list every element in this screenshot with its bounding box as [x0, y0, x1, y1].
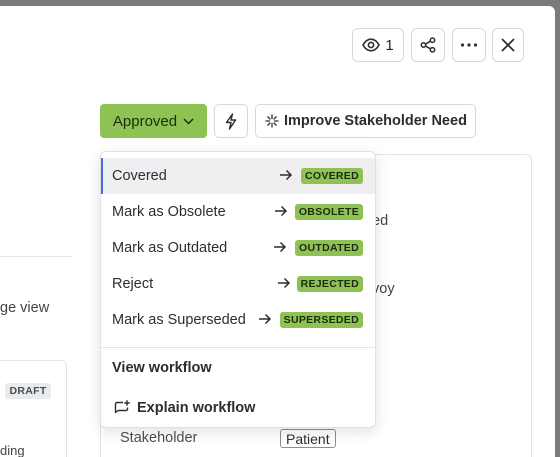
menu-divider	[101, 347, 375, 348]
eye-icon	[362, 38, 381, 52]
menu-item-label: Mark as Superseded	[112, 312, 246, 328]
improve-stakeholder-need-button[interactable]: Improve Stakeholder Need	[255, 104, 476, 138]
view-workflow-button[interactable]: View workflow	[101, 350, 375, 386]
explain-workflow-button[interactable]: Explain workflow	[101, 390, 375, 426]
change-view-link[interactable]: ge view	[0, 300, 49, 316]
more-options-button[interactable]	[452, 28, 486, 62]
status-badge: OUTDATED	[295, 240, 363, 256]
status-label: Approved	[112, 112, 178, 130]
menu-item-label: Reject	[112, 276, 154, 292]
view-workflow-label: View workflow	[112, 360, 212, 376]
menu-item-label: Mark as Outdated	[112, 240, 228, 256]
stakeholder-label: Stakeholder	[120, 430, 198, 446]
section-divider	[0, 256, 72, 257]
share-button[interactable]	[411, 28, 445, 62]
chat-sparkle-icon	[114, 399, 130, 413]
draft-badge: DRAFT	[5, 383, 51, 399]
status-badge: REJECTED	[296, 276, 363, 292]
more-icon	[460, 43, 478, 47]
watchers-count: 1	[385, 36, 394, 54]
arrow-right-icon	[280, 169, 293, 181]
menu-item-reject[interactable]: Reject REJECTED	[101, 266, 375, 302]
status-dropdown-button[interactable]: Approved	[100, 104, 207, 138]
arrow-right-icon	[278, 277, 291, 289]
chevron-down-icon	[183, 117, 194, 125]
status-transition-menu: Covered COVERED Mark as Obsolete OBSOLET…	[100, 151, 376, 428]
improve-label: Improve Stakeholder Need	[284, 113, 467, 129]
menu-item-mark-obsolete[interactable]: Mark as Obsolete OBSOLETE	[101, 194, 375, 230]
watchers-button[interactable]: 1	[352, 28, 404, 62]
arrow-right-icon	[275, 205, 288, 217]
menu-item-covered[interactable]: Covered COVERED	[101, 158, 375, 194]
close-button[interactable]	[492, 28, 524, 62]
arrow-right-icon	[259, 313, 272, 325]
status-badge: COVERED	[300, 168, 363, 184]
status-badge: SUPERSEDED	[279, 312, 363, 328]
lightning-icon	[225, 112, 237, 130]
close-icon	[501, 38, 515, 52]
stakeholder-tag[interactable]: Patient	[280, 429, 336, 448]
share-icon	[420, 37, 436, 53]
card-text-fragment: ding	[0, 443, 25, 457]
menu-item-label: Mark as Obsolete	[112, 204, 226, 220]
menu-item-label: Covered	[112, 168, 167, 184]
menu-item-mark-outdated[interactable]: Mark as Outdated OUTDATED	[101, 230, 375, 266]
menu-item-mark-superseded[interactable]: Mark as Superseded SUPERSEDED	[101, 302, 375, 338]
automation-button[interactable]	[214, 104, 248, 138]
explain-workflow-label: Explain workflow	[137, 400, 256, 416]
side-panel: 1 ge view DRAFT ding ed voy Stakeholder …	[0, 6, 555, 457]
arrow-right-icon	[274, 241, 287, 253]
sparkle-icon	[265, 114, 279, 128]
status-badge: OBSOLETE	[294, 204, 363, 220]
